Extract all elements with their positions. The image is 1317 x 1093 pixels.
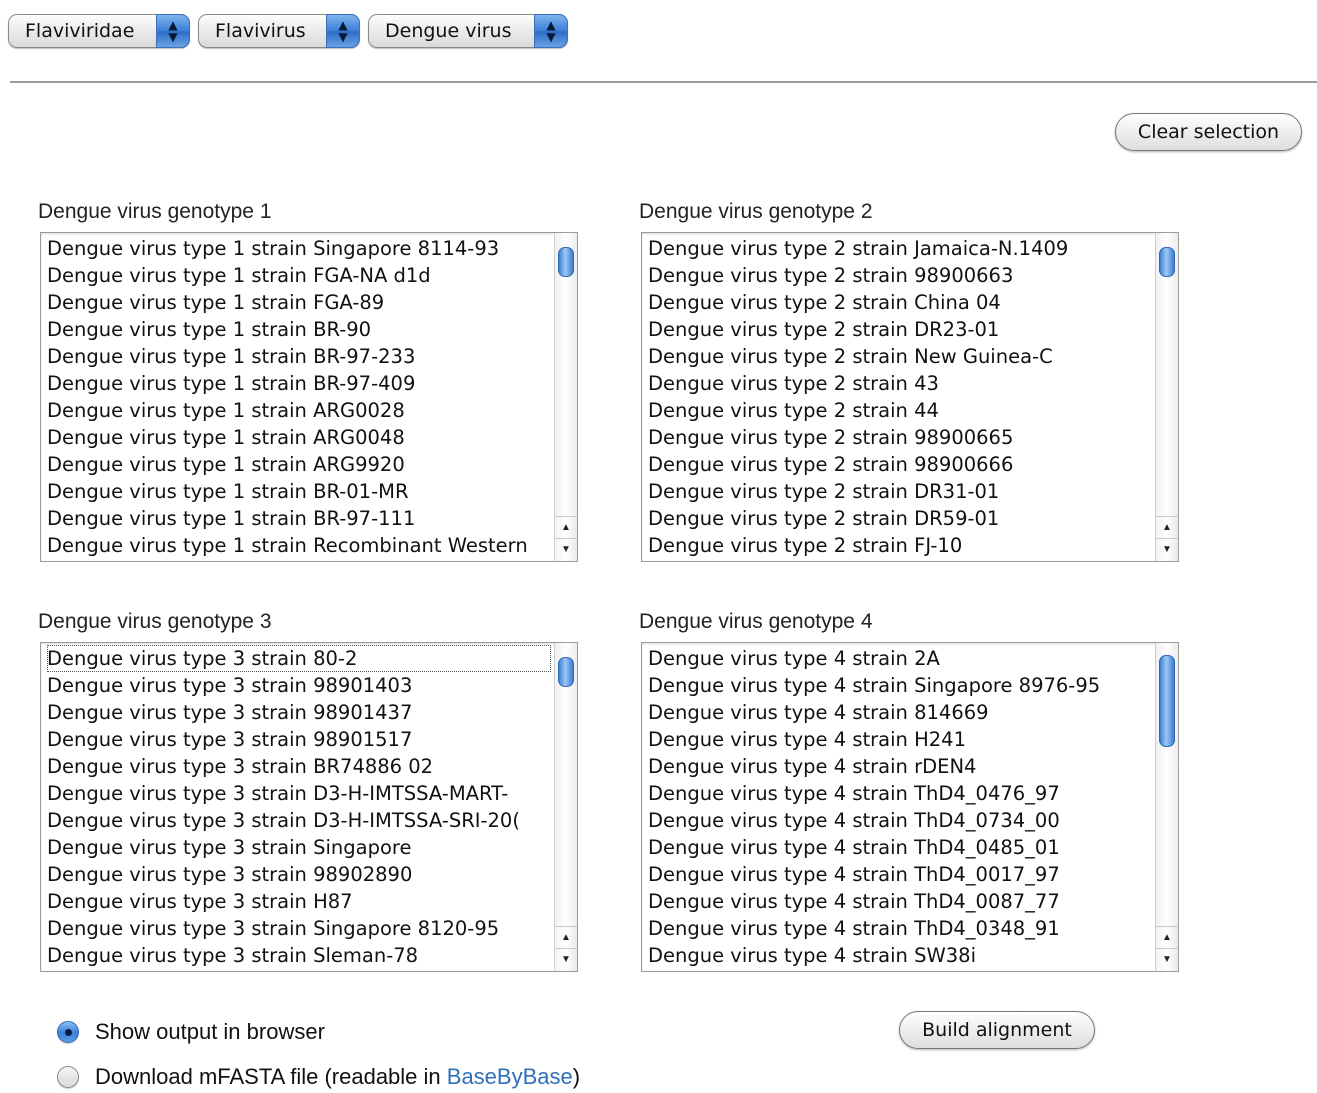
list-item[interactable]: Dengue virus type 1 strain BR-01-MR xyxy=(47,478,551,505)
build-alignment-button[interactable]: Build alignment xyxy=(899,1011,1095,1049)
list-item[interactable]: Dengue virus type 1 strain BR-97-111 xyxy=(47,505,551,532)
header-divider xyxy=(10,81,1317,83)
species-select-value: Dengue virus xyxy=(385,20,512,42)
listbox-genotype-3[interactable]: Dengue virus type 3 strain 80-2 Dengue v… xyxy=(40,642,578,972)
list-item[interactable]: Dengue virus type 1 strain BR-97-233 xyxy=(47,343,551,370)
download-label-prefix: Download mFASTA file (readable in xyxy=(95,1064,447,1089)
species-select[interactable]: Dengue virus ▲ ▼ xyxy=(368,14,568,48)
download-label-suffix: ) xyxy=(572,1064,581,1089)
list-items: Dengue virus type 4 strain 2A Dengue vir… xyxy=(648,645,1152,969)
scroll-thumb[interactable] xyxy=(1159,655,1175,747)
list-item[interactable]: Dengue virus type 1 strain Singapore 811… xyxy=(47,235,551,262)
list-item[interactable]: Dengue virus type 4 strain rDEN4 xyxy=(648,753,1152,780)
list-item[interactable]: Dengue virus type 4 strain ThD4_0734_00 xyxy=(648,807,1152,834)
list-item[interactable]: Dengue virus type 4 strain 2A xyxy=(648,645,1152,672)
list-item[interactable]: Dengue virus type 3 strain D3-H-IMTSSA-S… xyxy=(47,807,551,834)
list-item[interactable]: Dengue virus type 2 strain 44 xyxy=(648,397,1152,424)
list-items: Dengue virus type 2 strain Jamaica-N.140… xyxy=(648,235,1152,559)
basebybase-link[interactable]: BaseByBase xyxy=(447,1064,573,1089)
radio-browser[interactable] xyxy=(57,1021,79,1043)
scroll-down-arrow-icon[interactable]: ▼ xyxy=(1156,538,1178,561)
list-item[interactable]: Dengue virus type 3 strain Sleman-78 xyxy=(47,942,551,969)
list-item[interactable]: Dengue virus type 1 strain FGA-NA d1d xyxy=(47,262,551,289)
listbox-genotype-4[interactable]: Dengue virus type 4 strain 2A Dengue vir… xyxy=(641,642,1179,972)
list-item[interactable]: Dengue virus type 2 strain 98900665 xyxy=(648,424,1152,451)
scroll-thumb[interactable] xyxy=(1159,247,1175,277)
listbox-genotype-2[interactable]: Dengue virus type 2 strain Jamaica-N.140… xyxy=(641,232,1179,562)
list-item[interactable]: Dengue virus type 3 strain 98901517 xyxy=(47,726,551,753)
clear-selection-button[interactable]: Clear selection xyxy=(1115,113,1302,151)
list-item[interactable]: Dengue virus type 4 strain ThD4_0485_01 xyxy=(648,834,1152,861)
list-item[interactable]: Dengue virus type 3 strain 98901403 xyxy=(47,672,551,699)
list-item[interactable]: Dengue virus type 4 strain ThD4_0348_91 xyxy=(648,915,1152,942)
list-item[interactable]: Dengue virus type 2 strain Jamaica-N.140… xyxy=(648,235,1152,262)
list-item[interactable]: Dengue virus type 2 strain 43 xyxy=(648,370,1152,397)
family-select[interactable]: Flaviviridae ▲ ▼ xyxy=(8,14,190,48)
scroll-thumb[interactable] xyxy=(558,657,574,687)
scroll-up-arrow-icon[interactable]: ▲ xyxy=(555,516,577,539)
output-browser-option[interactable]: Show output in browser xyxy=(57,1017,325,1047)
scroll-up-arrow-icon[interactable]: ▲ xyxy=(555,926,577,949)
list-item[interactable]: Dengue virus type 3 strain Singapore xyxy=(47,834,551,861)
list-item[interactable]: Dengue virus type 2 strain DR59-01 xyxy=(648,505,1152,532)
list-item[interactable]: Dengue virus type 2 strain DR31-01 xyxy=(648,478,1152,505)
scroll-up-arrow-icon[interactable]: ▲ xyxy=(1156,516,1178,539)
list-item[interactable]: Dengue virus type 3 strain H87 xyxy=(47,888,551,915)
genus-select[interactable]: Flavivirus ▲ ▼ xyxy=(198,14,360,48)
list-item[interactable]: Dengue virus type 2 strain FJ-10 xyxy=(648,532,1152,559)
list-item[interactable]: Dengue virus type 2 strain China 04 xyxy=(648,289,1152,316)
scroll-down-arrow-icon[interactable]: ▼ xyxy=(555,948,577,971)
updown-arrows-icon: ▲ ▼ xyxy=(534,14,568,48)
list-item[interactable]: Dengue virus type 1 strain ARG9920 xyxy=(47,451,551,478)
group-label-genotype-4: Dengue virus genotype 4 xyxy=(639,610,873,633)
group-label-genotype-3: Dengue virus genotype 3 xyxy=(38,610,272,633)
scroll-down-arrow-icon[interactable]: ▼ xyxy=(1156,948,1178,971)
list-item[interactable]: Dengue virus type 3 strain Singapore 812… xyxy=(47,915,551,942)
list-item[interactable]: Dengue virus type 1 strain ARG0048 xyxy=(47,424,551,451)
list-item[interactable]: Dengue virus type 1 strain BR-90 xyxy=(47,316,551,343)
list-item[interactable]: Dengue virus type 3 strain 98901437 xyxy=(47,699,551,726)
list-item[interactable]: Dengue virus type 1 strain BR-97-409 xyxy=(47,370,551,397)
list-item[interactable]: Dengue virus type 2 strain New Guinea-C xyxy=(648,343,1152,370)
radio-browser-label: Show output in browser xyxy=(95,1019,325,1044)
list-item[interactable]: Dengue virus type 2 strain DR23-01 xyxy=(648,316,1152,343)
list-item[interactable]: Dengue virus type 4 strain H241 xyxy=(648,726,1152,753)
radio-download[interactable] xyxy=(57,1066,79,1088)
list-item[interactable]: Dengue virus type 3 strain 98902890 xyxy=(47,861,551,888)
list-items: Dengue virus type 1 strain Singapore 811… xyxy=(47,235,551,559)
list-item[interactable]: Dengue virus type 4 strain ThD4_0476_97 xyxy=(648,780,1152,807)
listbox-genotype-1[interactable]: Dengue virus type 1 strain Singapore 811… xyxy=(40,232,578,562)
vertical-scrollbar[interactable]: ▲ ▼ xyxy=(554,233,577,561)
family-select-value: Flaviviridae xyxy=(25,20,135,42)
list-item[interactable]: Dengue virus type 1 strain FGA-89 xyxy=(47,289,551,316)
list-item[interactable]: Dengue virus type 2 strain 98900666 xyxy=(648,451,1152,478)
list-item[interactable]: Dengue virus type 4 strain Singapore 897… xyxy=(648,672,1152,699)
scroll-up-arrow-icon[interactable]: ▲ xyxy=(1156,926,1178,949)
radio-download-label: Download mFASTA file (readable in BaseBy… xyxy=(95,1064,580,1090)
updown-arrows-icon: ▲ ▼ xyxy=(156,14,190,48)
list-item[interactable]: Dengue virus type 4 strain ThD4_0087_77 xyxy=(648,888,1152,915)
group-label-genotype-1: Dengue virus genotype 1 xyxy=(38,200,272,223)
list-item[interactable]: Dengue virus type 2 strain 98900663 xyxy=(648,262,1152,289)
updown-arrows-icon: ▲ ▼ xyxy=(326,14,360,48)
vertical-scrollbar[interactable]: ▲ ▼ xyxy=(1155,233,1178,561)
list-item[interactable]: Dengue virus type 3 strain 80-2 xyxy=(47,645,551,672)
scroll-thumb[interactable] xyxy=(558,247,574,277)
vertical-scrollbar[interactable]: ▲ ▼ xyxy=(554,643,577,971)
scroll-down-arrow-icon[interactable]: ▼ xyxy=(555,538,577,561)
list-item[interactable]: Dengue virus type 4 strain SW38i xyxy=(648,942,1152,969)
list-item[interactable]: Dengue virus type 3 strain BR74886 02 xyxy=(47,753,551,780)
list-item[interactable]: Dengue virus type 1 strain Recombinant W… xyxy=(47,532,551,559)
list-item[interactable]: Dengue virus type 3 strain D3-H-IMTSSA-M… xyxy=(47,780,551,807)
list-item[interactable]: Dengue virus type 4 strain 814669 xyxy=(648,699,1152,726)
group-label-genotype-2: Dengue virus genotype 2 xyxy=(639,200,873,223)
list-item[interactable]: Dengue virus type 1 strain ARG0028 xyxy=(47,397,551,424)
list-items: Dengue virus type 3 strain 80-2 Dengue v… xyxy=(47,645,551,969)
vertical-scrollbar[interactable]: ▲ ▼ xyxy=(1155,643,1178,971)
genus-select-value: Flavivirus xyxy=(215,20,306,42)
list-item[interactable]: Dengue virus type 4 strain ThD4_0017_97 xyxy=(648,861,1152,888)
output-download-option[interactable]: Download mFASTA file (readable in BaseBy… xyxy=(57,1062,580,1092)
